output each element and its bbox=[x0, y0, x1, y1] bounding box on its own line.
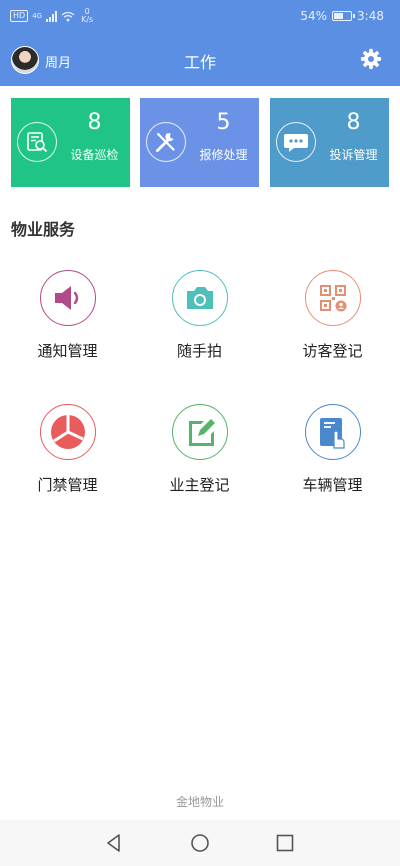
battery-percent: 54% bbox=[300, 9, 328, 23]
service-notice-management[interactable]: 通知管理 bbox=[1, 270, 134, 380]
repair-count: 5 bbox=[216, 110, 231, 135]
status-right: 54% 3:48 bbox=[300, 9, 384, 23]
card-complaint-management[interactable]: 8 投诉管理 bbox=[270, 98, 389, 187]
service-label: 访客登记 bbox=[302, 342, 363, 360]
back-icon[interactable] bbox=[104, 833, 124, 853]
pie-chart-icon bbox=[40, 404, 96, 460]
status-bar: HD 4G 0 K/s 54% 3:48 bbox=[0, 0, 400, 32]
inspection-label: 设备巡检 bbox=[70, 148, 119, 162]
signal-icon bbox=[46, 10, 58, 22]
card-repair-handling[interactable]: 5 报修处理 bbox=[140, 98, 259, 187]
inspection-icon bbox=[17, 122, 57, 162]
hd-badge: HD bbox=[10, 10, 29, 22]
complaint-label: 投诉管理 bbox=[329, 148, 378, 162]
chat-bubble-icon bbox=[276, 122, 316, 162]
service-label: 门禁管理 bbox=[37, 476, 98, 494]
repair-tools-icon bbox=[146, 122, 186, 162]
home-icon[interactable] bbox=[190, 833, 210, 853]
service-vehicle-management[interactable]: 车辆管理 bbox=[266, 404, 399, 514]
gear-icon[interactable] bbox=[360, 48, 382, 70]
summary-cards: 8 设备巡检 5 报修处理 8 投诉管理 bbox=[11, 98, 389, 187]
service-visitor-registration[interactable]: 访客登记 bbox=[266, 270, 399, 380]
service-access-control[interactable]: 门禁管理 bbox=[1, 404, 134, 514]
service-label: 车辆管理 bbox=[302, 476, 363, 494]
qr-code-icon bbox=[305, 270, 361, 326]
footer-brand: 金地物业 bbox=[175, 795, 224, 809]
clock: 3:48 bbox=[357, 9, 384, 23]
camera-icon bbox=[172, 270, 228, 326]
speaker-icon bbox=[40, 270, 96, 326]
page-title: 工作 bbox=[183, 53, 216, 72]
edit-icon bbox=[172, 404, 228, 460]
app-header: 周月 工作 bbox=[0, 32, 400, 86]
inspection-count: 8 bbox=[87, 110, 102, 135]
repair-label: 报修处理 bbox=[199, 148, 248, 162]
network-speed: 0 K/s bbox=[81, 7, 94, 24]
battery-icon bbox=[332, 11, 356, 21]
service-quick-snap[interactable]: 随手拍 bbox=[133, 270, 266, 380]
card-equipment-inspection[interactable]: 8 设备巡检 bbox=[11, 98, 130, 187]
recents-icon[interactable] bbox=[275, 833, 295, 853]
service-label: 业主登记 bbox=[169, 476, 230, 494]
service-label: 通知管理 bbox=[37, 342, 98, 360]
system-nav-bar bbox=[0, 820, 400, 866]
complaint-count: 8 bbox=[346, 110, 361, 135]
status-left: HD 4G 0 K/s bbox=[10, 8, 93, 24]
section-title: 物业服务 bbox=[11, 220, 76, 239]
service-label: 随手拍 bbox=[176, 342, 222, 360]
wifi-icon bbox=[61, 11, 75, 21]
tap-document-icon bbox=[305, 404, 361, 460]
network-type: 4G bbox=[32, 12, 43, 20]
service-owner-registration[interactable]: 业主登记 bbox=[133, 404, 266, 514]
